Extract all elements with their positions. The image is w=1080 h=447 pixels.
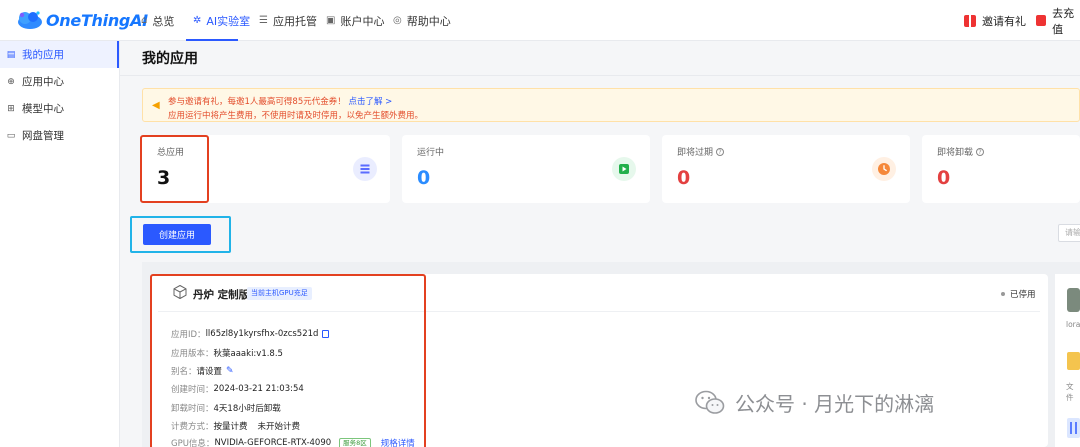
question-icon[interactable]: ? [976, 148, 985, 156]
file-label: 文件 [1066, 382, 1074, 402]
server-icon: ☰ [259, 15, 268, 26]
annotation-box-app-card [150, 274, 426, 447]
globe-icon: ⊕ [7, 76, 15, 87]
gift-icon [964, 14, 976, 27]
stat-label-wrap: 即将过期? [677, 145, 725, 158]
nav-app-hosting-label: 应用托管 [272, 14, 317, 28]
stat-label: 即将过期 [677, 148, 714, 158]
sidebar-item-label: 应用中心 [22, 76, 64, 88]
cloud-logo-icon [14, 9, 44, 31]
notice-line-2: 应用运行中将产生费用，不使用时请及时停用，以免产生额外费用。 [168, 111, 424, 121]
sidebar-item-label: 网盘管理 [22, 130, 64, 142]
invite-link[interactable]: 邀请有礼 [964, 0, 1026, 41]
sidebar-item-label: 模型中心 [22, 103, 64, 115]
notice-line-1-text: 参与邀请有礼，每邀1人最高可得85元代金券！ [168, 97, 346, 107]
sidebar-item-model-center[interactable]: ⊞ 模型中心 [0, 95, 119, 122]
status-dot-icon [1001, 292, 1005, 296]
search-input[interactable]: 请输 [1058, 224, 1080, 242]
pause-icon[interactable] [1067, 418, 1080, 438]
question-icon[interactable]: ? [716, 148, 725, 156]
app-status: 已停用 [1001, 288, 1036, 300]
sidebar-item-my-apps[interactable]: ▤ 我的应用 [0, 41, 119, 68]
watermark: 公众号 · 月光下的淋漓 [695, 388, 934, 417]
wechat-icon [695, 390, 725, 416]
notice-line-1: 参与邀请有礼，每邀1人最高可得85元代金券！ 点击了解 > [168, 95, 392, 107]
stat-value: 0 [417, 167, 431, 189]
model-icon: ⊞ [7, 103, 15, 114]
stat-running: 运行中 0 [402, 135, 650, 203]
page-title: 我的应用 [142, 51, 198, 67]
stat-label: 运行中 [417, 148, 445, 158]
nav-overview[interactable]: ⌂ 总览 [141, 0, 174, 41]
nav-overview-label: 总览 [152, 14, 175, 28]
wallet-icon [1036, 15, 1047, 26]
recharge-link[interactable]: 去充值 [1036, 0, 1080, 41]
help-icon: ◎ [393, 15, 402, 26]
sidebar-item-label: 我的应用 [22, 49, 64, 61]
play-icon [612, 157, 636, 181]
top-navigation: OneThingAI ⌂ 总览 ✲ AI实验室 ☰ 应用托管 ▣ 账户中心 ◎ … [0, 0, 1080, 41]
lab-icon: ✲ [193, 15, 202, 26]
nav-help-label: 帮助中心 [406, 14, 451, 28]
invite-label: 邀请有礼 [982, 14, 1026, 28]
folder-icon[interactable] [1067, 352, 1080, 370]
active-tab-indicator [186, 39, 238, 41]
brand-logo[interactable]: OneThingAI [14, 9, 148, 31]
stat-label-wrap: 即将卸载? [937, 145, 985, 158]
nav-help[interactable]: ◎ 帮助中心 [393, 0, 451, 41]
stat-label: 即将卸载 [937, 148, 974, 158]
recharge-label: 去充值 [1052, 6, 1075, 36]
brand-name: OneThingAI [46, 10, 148, 30]
nav-account[interactable]: ▣ 账户中心 [326, 0, 384, 41]
annotation-box-total [140, 135, 209, 203]
sidebar: ▤ 我的应用 ⊕ 应用中心 ⊞ 模型中心 ▭ 网盘管理 [0, 41, 120, 447]
title-divider [120, 75, 1080, 76]
home-icon: ⌂ [141, 15, 148, 26]
list-icon [353, 157, 377, 181]
nav-account-label: 账户中心 [340, 14, 385, 28]
speaker-icon: ◀ [152, 100, 160, 111]
watermark-text: 公众号 · 月光下的淋漓 [735, 392, 935, 416]
nav-app-hosting[interactable]: ☰ 应用托管 [259, 0, 317, 41]
stat-expiring: 即将过期? 0 [662, 135, 910, 203]
disk-icon: ▭ [6, 130, 16, 141]
lora-label: lora [1066, 320, 1080, 329]
nav-ai-lab-label: AI实验室 [206, 14, 251, 28]
notice-learn-more-link[interactable]: 点击了解 > [348, 97, 392, 107]
nav-ai-lab[interactable]: ✲ AI实验室 [193, 0, 250, 41]
sidebar-item-disk[interactable]: ▭ 网盘管理 [0, 122, 119, 149]
stat-value: 0 [937, 167, 951, 189]
account-icon: ▣ [326, 15, 336, 26]
stat-uninstalling: 即将卸载? 0 [922, 135, 1080, 203]
create-app-button[interactable]: 创建应用 [143, 224, 211, 245]
app-icon: ▤ [6, 49, 16, 60]
lora-thumbnail[interactable] [1067, 288, 1080, 312]
sidebar-item-app-center[interactable]: ⊕ 应用中心 [0, 68, 119, 95]
app-status-label: 已停用 [1010, 290, 1036, 300]
notice-banner: ◀ 参与邀请有礼，每邀1人最高可得85元代金券！ 点击了解 > 应用运行中将产生… [142, 88, 1080, 122]
stat-value: 0 [677, 167, 691, 189]
clock-icon [872, 157, 896, 181]
